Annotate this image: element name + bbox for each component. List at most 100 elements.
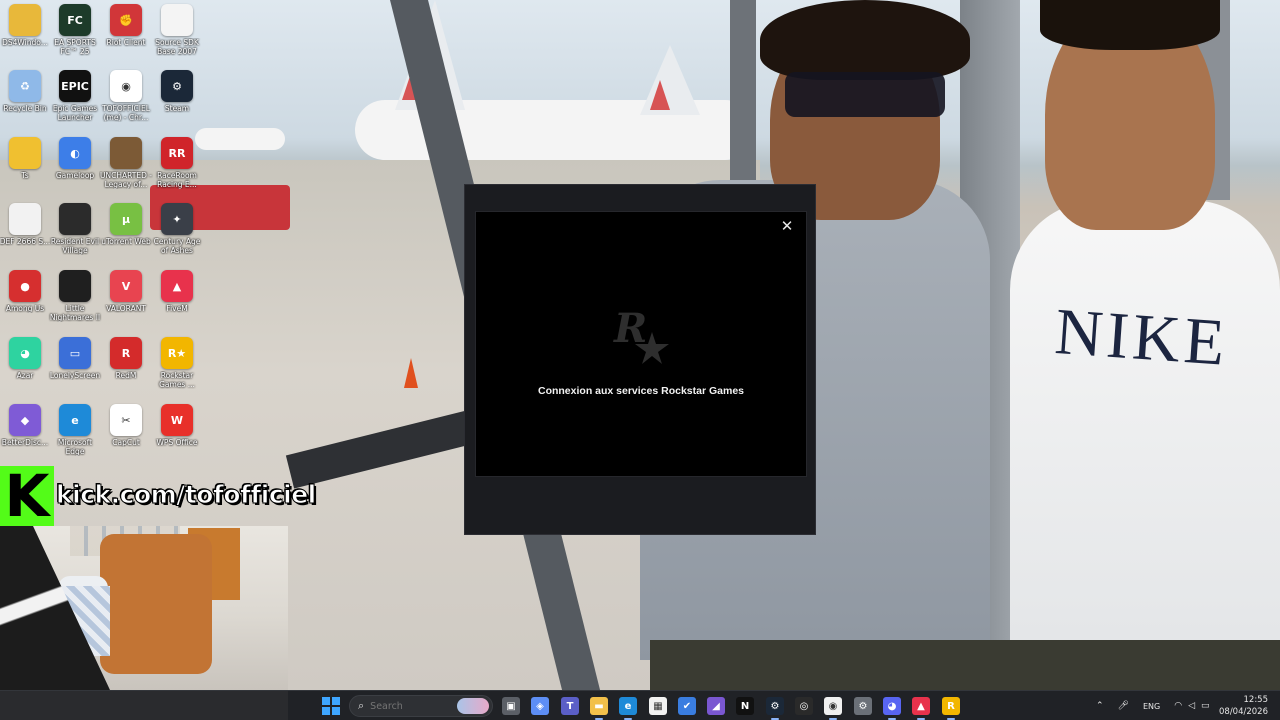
taskbar-chrome-icon[interactable]: ◉	[824, 697, 842, 715]
desktop-icon[interactable]: R RedM	[101, 337, 151, 380]
battery-icon[interactable]: ▭	[1201, 701, 1210, 711]
desktop-icon-label: Microsoft Edge	[57, 438, 93, 456]
wallpaper-person-right-shirt	[1010, 200, 1280, 640]
taskbar-task-view-icon[interactable]: ▣	[502, 697, 520, 715]
desktop-icon-label: Gameloop	[55, 171, 95, 180]
desktop-icon-label: Riot Client	[106, 38, 146, 47]
taskbar-clock[interactable]: 12:55 08/04/2026	[1219, 694, 1268, 718]
taskbar-settings-icon[interactable]: ⚙	[854, 697, 872, 715]
desktop-icon[interactable]: ✦ Century Age of Ashes	[152, 203, 202, 255]
desktop-icon[interactable]: ◉ TOFOFFICIEL (me) - Chr...	[101, 70, 151, 122]
app-icon: V	[110, 270, 142, 302]
system-tray: ⌃ 🎤︎ ENG ◠ ◁ ▭	[1096, 691, 1210, 720]
desktop-icon[interactable]: ✂ CapCut	[101, 404, 151, 447]
wallpaper-cone	[404, 358, 418, 388]
desktop-icon[interactable]: EPIC Epic Games Launcher	[50, 70, 100, 122]
webcam-armchair	[100, 534, 212, 674]
desktop-icon[interactable]: W WPS Office	[152, 404, 202, 447]
desktop-icon-label: uTorrent Web	[101, 237, 151, 246]
desktop-icon-label: Source SDK Base 2007	[155, 38, 199, 56]
desktop-icon-label: Rockstar Games ...	[159, 371, 195, 389]
clock-date: 08/04/2026	[1219, 707, 1268, 717]
taskbar-fivem-icon[interactable]: ▲	[912, 697, 930, 715]
desktop-icon[interactable]: DEF 2666 S...	[0, 203, 50, 246]
desktop-icon-label: EA SPORTS FC™ 25	[54, 38, 96, 56]
desktop-icon-label: Resident Evil Village	[50, 237, 100, 255]
app-icon: ✦	[161, 203, 193, 235]
taskbar-spotify-or-obs-icon[interactable]: ◎	[795, 697, 813, 715]
desktop-icon[interactable]: ◆ BetterDisc...	[0, 404, 50, 447]
volume-icon[interactable]: ◁	[1188, 701, 1195, 711]
app-icon: ✂	[110, 404, 142, 436]
desktop-icon[interactable]: ♻ Recycle Bin	[0, 70, 50, 113]
app-icon: ◐	[59, 137, 91, 169]
desktop-icon[interactable]: ◕ Azar	[0, 337, 50, 380]
app-icon: R	[110, 337, 142, 369]
desktop-icon[interactable]: ✊ Riot Client	[101, 4, 151, 47]
taskbar-discord-icon[interactable]: ◕	[883, 697, 901, 715]
app-icon	[161, 4, 193, 36]
app-icon: W	[161, 404, 193, 436]
desktop-icon-label: CapCut	[112, 438, 140, 447]
close-button[interactable]: ✕	[778, 217, 796, 235]
taskbar-copilot-icon[interactable]: ◈	[531, 697, 549, 715]
app-icon: ♻	[9, 70, 41, 102]
language-indicator[interactable]: ENG	[1143, 702, 1160, 711]
windows-logo-icon	[322, 707, 330, 715]
desktop-icon[interactable]: V VALORANT	[101, 270, 151, 313]
desktop-icon[interactable]: ▭ LonelyScreen	[50, 337, 100, 380]
wifi-icon[interactable]: ◠	[1174, 701, 1182, 711]
taskbar-todo-icon[interactable]: ✔	[678, 697, 696, 715]
kick-banner: K kick.com/tofofficiel	[0, 466, 317, 526]
desktop-icon[interactable]: ● Among Us	[0, 270, 50, 313]
desktop-icon[interactable]: Resident Evil Village	[50, 203, 100, 255]
taskbar-store-icon[interactable]: ▦	[649, 697, 667, 715]
kick-logo: K	[0, 466, 54, 526]
rockstar-launcher-dialog: ✕ R Connexion aux services Rockstar Game…	[464, 184, 816, 535]
desktop-icon-label: Azar	[16, 371, 34, 380]
desktop-icon[interactable]: RR RaceRoom Racing E...	[152, 137, 202, 189]
desktop-icon[interactable]: ▲ FiveM	[152, 270, 202, 313]
desktop-icon[interactable]: FC EA SPORTS FC™ 25	[50, 4, 100, 56]
taskbar-steam-icon[interactable]: ⚙	[766, 697, 784, 715]
desktop-icon[interactable]: UNCHARTED - Legacy of...	[100, 137, 152, 189]
wallpaper-plane-tail	[650, 80, 670, 110]
desktop-icon[interactable]: e Microsoft Edge	[50, 404, 100, 456]
desktop-icon[interactable]: R★ Rockstar Games ...	[152, 337, 202, 389]
app-icon: ◉	[110, 70, 142, 102]
taskbar-edge-icon[interactable]: e	[619, 697, 637, 715]
desktop-icon[interactable]: Source SDK Base 2007	[152, 4, 202, 56]
desktop-icon[interactable]: ◐ Gameloop	[50, 137, 100, 180]
search-input[interactable]	[370, 700, 451, 712]
wallpaper-person-left-hair	[760, 0, 970, 80]
app-icon	[9, 4, 41, 36]
taskbar-netflix-icon[interactable]: N	[736, 697, 754, 715]
app-icon: RR	[161, 137, 193, 169]
taskbar-visual-studio-icon[interactable]: ◢	[707, 697, 725, 715]
desktop-icon-label: VALORANT	[106, 304, 146, 313]
chevron-up-icon[interactable]: ⌃	[1096, 701, 1104, 711]
taskbar-search[interactable]: ⌕	[349, 695, 493, 717]
taskbar-rockstar-icon[interactable]: R	[942, 697, 960, 715]
wallpaper-person-left-glasses	[785, 72, 945, 117]
desktop-icon-label: Ts	[21, 171, 29, 180]
desktop-icon[interactable]: ⚙ Steam	[152, 70, 202, 113]
desktop-icon[interactable]: DS4Windo...	[0, 4, 50, 47]
windows-logo-icon	[322, 697, 330, 705]
desktop-icon[interactable]: Ts	[0, 137, 50, 180]
app-icon: ⚙	[161, 70, 193, 102]
desktop-icon[interactable]: Little Nightmares II	[50, 270, 100, 322]
taskbar-teams-icon[interactable]: T	[561, 697, 579, 715]
app-icon: ▲	[161, 270, 193, 302]
microphone-icon[interactable]: 🎤︎	[1118, 701, 1129, 711]
desktop-icon[interactable]: µ uTorrent Web	[101, 203, 151, 246]
desktop-icon-label: WPS Office	[156, 438, 198, 447]
taskbar-file-explorer-icon[interactable]: ▬	[590, 697, 608, 715]
start-button[interactable]	[322, 697, 340, 715]
desktop-icon-label: Little Nightmares II	[49, 304, 101, 322]
taskbar: ⌕ ▣ ◈ T ▬ e ▦ ✔ ◢ N ⚙ ◎ ◉ ⚙ ◕ ▲ R ⌃ 🎤︎ ENG ◠ ◁ ▭ 12:55 …	[0, 690, 1280, 720]
taskbar-overlay-area	[0, 691, 288, 720]
desktop-icon-label: Epic Games Launcher	[52, 104, 98, 122]
desktop-icon-label: LonelyScreen	[49, 371, 101, 380]
desktop-icon-label: UNCHARTED - Legacy of...	[100, 171, 152, 189]
